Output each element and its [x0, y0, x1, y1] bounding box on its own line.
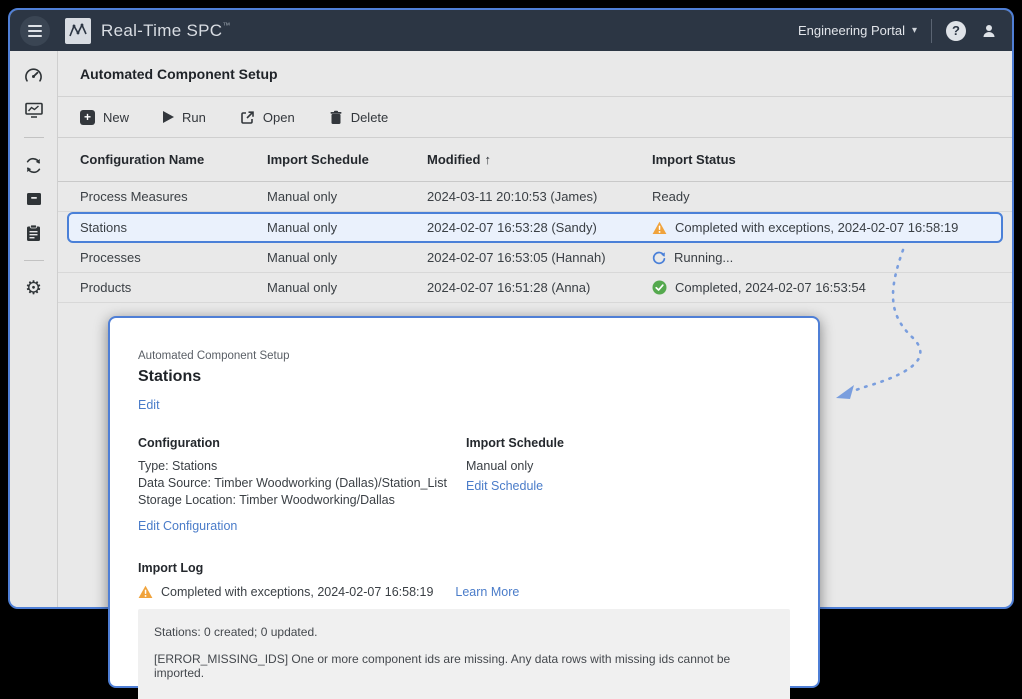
stations-detail-card: Automated Component Setup Stations Edit …	[108, 316, 820, 688]
gauge-icon[interactable]	[10, 61, 58, 91]
clipboard-icon[interactable]	[10, 218, 58, 248]
portal-dropdown[interactable]: Engineering Portal ▾	[798, 23, 917, 38]
edit-link[interactable]: Edit	[138, 398, 788, 412]
config-table: Configuration Name Import Schedule Modif…	[58, 138, 1012, 303]
hamburger-menu-icon[interactable]	[20, 16, 50, 46]
configuration-section: Configuration Type: Stations Data Source…	[138, 436, 466, 535]
table-row-processes[interactable]: Processes Manual only 2024-02-07 16:53:0…	[58, 243, 1012, 273]
card-title: Stations	[138, 368, 788, 386]
import-log-section: Import Log Completed with exceptions, 20…	[138, 561, 788, 699]
import-log-heading: Import Log	[138, 561, 788, 575]
import-schedule-section: Import Schedule Manual only Edit Schedul…	[466, 436, 564, 535]
run-button[interactable]: Run	[163, 110, 206, 125]
sync-icon[interactable]	[10, 150, 58, 180]
play-icon	[163, 111, 174, 123]
toolbar: + New Run Open	[58, 97, 1012, 138]
warning-icon	[138, 585, 153, 599]
card-columns: Configuration Type: Stations Data Source…	[138, 436, 788, 535]
left-sidebar: ⚙	[10, 51, 58, 607]
column-import-schedule[interactable]: Import Schedule	[267, 152, 427, 167]
import-log-status-row: Completed with exceptions, 2024-02-07 16…	[138, 585, 788, 599]
sort-ascending-icon: ↑	[484, 152, 491, 167]
app-title: Real-Time SPC™	[101, 21, 231, 41]
settings-gear-icon[interactable]: ⚙	[10, 273, 58, 303]
open-button[interactable]: Open	[240, 110, 295, 125]
delete-button[interactable]: Delete	[329, 110, 389, 125]
user-icon[interactable]	[980, 22, 998, 40]
table-row-process-measures[interactable]: Process Measures Manual only 2024-03-11 …	[58, 182, 1012, 212]
app-logo-icon	[65, 18, 91, 44]
navbar-divider	[931, 19, 932, 43]
configuration-type: Type: Stations	[138, 458, 466, 475]
table-row-stations-selected[interactable]: Stations Manual only 2024-02-07 16:53:28…	[67, 212, 1003, 243]
column-import-status[interactable]: Import Status	[652, 152, 1012, 167]
table-header: Configuration Name Import Schedule Modif…	[58, 138, 1012, 182]
archive-box-icon[interactable]	[10, 184, 58, 214]
help-icon[interactable]: ?	[946, 21, 966, 41]
column-modified[interactable]: Modified↑	[427, 152, 652, 167]
learn-more-link[interactable]: Learn More	[455, 585, 519, 599]
plus-icon: +	[80, 110, 95, 125]
import-log-status: Completed with exceptions, 2024-02-07 16…	[161, 585, 433, 599]
navbar-right: Engineering Portal ▾ ?	[798, 19, 998, 43]
table-row-products[interactable]: Products Manual only 2024-02-07 16:51:28…	[58, 273, 1012, 303]
monitor-chart-icon[interactable]	[10, 95, 58, 125]
import-schedule-value: Manual only	[466, 458, 564, 475]
edit-configuration-link[interactable]: Edit Configuration	[138, 519, 237, 533]
success-check-icon	[652, 280, 667, 295]
open-external-icon	[240, 110, 255, 125]
screenshot-stage: Real-Time SPC™ Engineering Portal ▾ ?	[0, 0, 1022, 699]
chevron-down-icon: ▾	[912, 25, 917, 36]
warning-icon	[652, 221, 667, 235]
page-header: Automated Component Setup	[58, 51, 1012, 97]
breadcrumb: Automated Component Setup	[138, 350, 788, 362]
top-navbar: Real-Time SPC™ Engineering Portal ▾ ?	[10, 10, 1012, 51]
trash-icon	[329, 110, 343, 125]
page-title: Automated Component Setup	[80, 66, 278, 82]
import-log-output: Stations: 0 created; 0 updated. [ERROR_M…	[138, 609, 790, 699]
configuration-data-source: Data Source: Timber Woodworking (Dallas)…	[138, 475, 466, 492]
edit-schedule-link[interactable]: Edit Schedule	[466, 479, 543, 493]
log-line: [ERROR_MISSING_IDS] One or more componen…	[154, 652, 774, 680]
running-refresh-icon	[652, 251, 666, 265]
sidebar-divider	[24, 137, 44, 138]
configuration-storage-location: Storage Location: Timber Woodworking/Dal…	[138, 492, 466, 509]
log-line: Stations: 0 created; 0 updated.	[154, 625, 774, 639]
sidebar-divider	[24, 260, 44, 261]
import-schedule-heading: Import Schedule	[466, 436, 564, 450]
new-button[interactable]: + New	[80, 110, 129, 125]
trademark: ™	[222, 21, 230, 30]
column-configuration-name[interactable]: Configuration Name	[80, 152, 267, 167]
configuration-heading: Configuration	[138, 436, 466, 450]
portal-label: Engineering Portal	[798, 23, 905, 38]
